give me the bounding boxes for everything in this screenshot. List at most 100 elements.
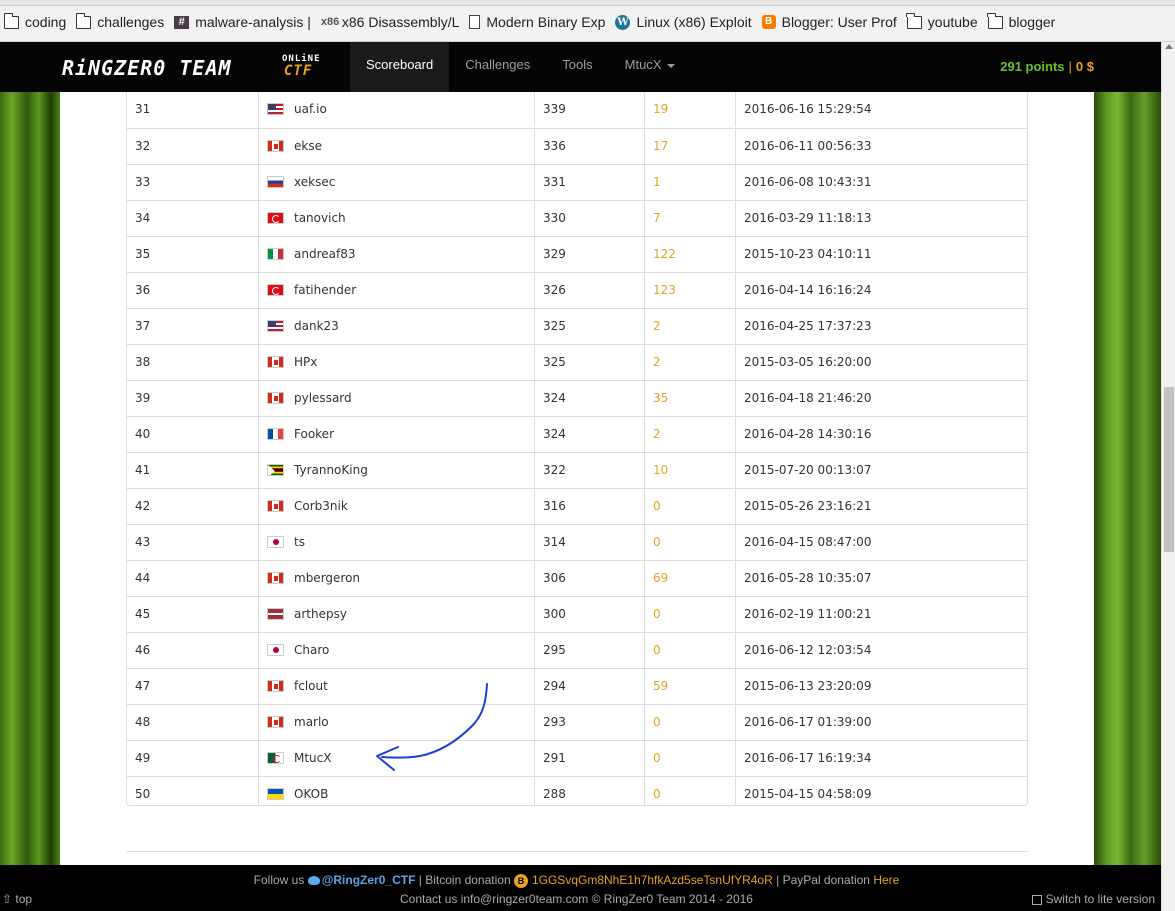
content-divider bbox=[126, 851, 1028, 852]
table-row: 47 294 59 2015-06-13 23:20:09 fclout bbox=[127, 668, 1027, 704]
page-icon bbox=[469, 15, 481, 29]
username-link[interactable]: marlo bbox=[294, 705, 329, 740]
username-link[interactable]: arthepsy bbox=[294, 597, 347, 632]
username-link[interactable]: Charo bbox=[294, 633, 329, 668]
username-link[interactable]: tanovich bbox=[294, 201, 346, 236]
bookmark-item[interactable]: youtube bbox=[903, 10, 984, 34]
bitcoin-icon: B bbox=[513, 873, 528, 888]
scrollbar-thumb[interactable] bbox=[1164, 387, 1174, 552]
username-link[interactable]: Corb3nik bbox=[294, 489, 348, 524]
score-cell: 288 bbox=[534, 777, 644, 805]
date-cell: 2016-06-08 10:43:31 bbox=[735, 165, 1027, 200]
score-cell: 324 bbox=[534, 381, 644, 416]
score-cell: 293 bbox=[534, 705, 644, 740]
lite-label: Switch to lite version bbox=[1045, 892, 1155, 906]
bitcoin-address[interactable]: 1GGSvqGm8NhE1h7hfkAzd5seTsnUfYR4oR bbox=[532, 873, 773, 887]
blogger-icon: B bbox=[761, 15, 776, 29]
rank-cell: 36 bbox=[135, 283, 151, 297]
username-link[interactable]: Fooker bbox=[294, 417, 334, 452]
rank-cell: 38 bbox=[135, 355, 151, 369]
money-value: 0 $ bbox=[1075, 59, 1094, 74]
score-cell: 295 bbox=[534, 633, 644, 668]
table-row: 38 325 2 2015-03-05 16:20:00 HPx bbox=[127, 344, 1027, 380]
country-flag-icon bbox=[267, 788, 284, 800]
bookmark-item[interactable]: x86 x86 Disassembly/L bbox=[317, 10, 466, 34]
rank-cell: 49 bbox=[135, 751, 151, 765]
bookmark-label: youtube bbox=[927, 14, 978, 30]
bitcoin-label: Bitcoin donation bbox=[425, 873, 511, 887]
rank-cell: 46 bbox=[135, 643, 151, 657]
table-row: 42 316 0 2015-05-26 23:16:21 Corb3nik bbox=[127, 488, 1027, 524]
table-row: 45 300 0 2016-02-19 11:00:21 arthepsy bbox=[127, 596, 1027, 632]
challenges-cell: 122 bbox=[644, 237, 735, 272]
username-link[interactable]: ts bbox=[294, 525, 305, 560]
nav-tools[interactable]: Tools bbox=[546, 42, 608, 92]
challenges-cell: 1 bbox=[644, 165, 735, 200]
username-link[interactable]: dank23 bbox=[294, 309, 339, 344]
rank-cell: 47 bbox=[135, 679, 151, 693]
twitter-link[interactable]: @RingZer0_CTF bbox=[322, 873, 416, 887]
username-link[interactable]: HPx bbox=[294, 345, 317, 380]
bookmark-label: blogger bbox=[1008, 14, 1056, 30]
rank-cell: 44 bbox=[135, 571, 151, 585]
site-logo[interactable]: RiNGZER0 TEAM ONLiNE CTF bbox=[62, 54, 332, 80]
bookmark-item[interactable]: W Linux (x86) Exploit bbox=[611, 10, 757, 34]
bookmarks-bar: coding challenges # malware-analysis | x86 x8… bbox=[0, 0, 1175, 42]
challenges-cell: 59 bbox=[644, 669, 735, 704]
page-scrollbar[interactable] bbox=[1161, 42, 1175, 911]
bookmark-item[interactable]: coding bbox=[0, 10, 72, 34]
bookmark-item[interactable]: Modern Binary Exp bbox=[465, 10, 611, 34]
points-separator: | bbox=[1068, 59, 1072, 74]
footer-links: Follow us @RingZer0_CTF | Bitcoin donati… bbox=[0, 873, 1153, 888]
date-cell: 2015-04-15 04:58:09 bbox=[735, 777, 1027, 805]
username-link[interactable]: uaf.io bbox=[294, 92, 327, 127]
lite-version-link[interactable]: Switch to lite version bbox=[1031, 892, 1155, 906]
nav-user-menu[interactable]: MtucX bbox=[609, 42, 692, 92]
date-cell: 2016-04-18 21:46:20 bbox=[735, 381, 1027, 416]
rank-cell: 35 bbox=[135, 247, 151, 261]
country-flag-icon bbox=[267, 752, 284, 764]
nav-challenges[interactable]: Challenges bbox=[449, 42, 546, 92]
username-link[interactable]: fclout bbox=[294, 669, 328, 704]
country-flag-icon bbox=[267, 428, 284, 440]
paypal-link[interactable]: Here bbox=[873, 873, 899, 887]
bookmark-item[interactable]: challenges bbox=[72, 10, 170, 34]
username-link[interactable]: pylessard bbox=[294, 381, 352, 416]
challenges-cell: 19 bbox=[644, 92, 735, 127]
username-link[interactable]: mbergeron bbox=[294, 561, 360, 596]
scoreboard-table: 31 339 19 2016-06-16 15:29:54 uaf.io 32 336 17 2… bbox=[126, 92, 1028, 806]
date-cell: 2016-06-12 12:03:54 bbox=[735, 633, 1027, 668]
date-cell: 2015-06-13 23:20:09 bbox=[735, 669, 1027, 704]
folder-icon bbox=[987, 12, 1003, 29]
username-link[interactable]: andreaf83 bbox=[294, 237, 355, 272]
bookmark-item[interactable]: B Blogger: User Prof bbox=[758, 10, 903, 34]
country-flag-icon bbox=[267, 284, 284, 296]
table-row: 35 329 122 2015-10-23 04:10:11 andreaf83 bbox=[127, 236, 1027, 272]
table-row: 31 339 19 2016-06-16 15:29:54 uaf.io bbox=[127, 92, 1027, 128]
country-flag-icon bbox=[267, 536, 284, 548]
country-flag-icon bbox=[267, 716, 284, 728]
table-row: 41 322 10 2015-07-20 00:13:07 TyrannoKing bbox=[127, 452, 1027, 488]
rank-cell: 50 bbox=[135, 787, 151, 801]
username-link[interactable]: TyrannoKing bbox=[294, 453, 368, 488]
score-cell: 306 bbox=[534, 561, 644, 596]
table-row: 40 324 2 2016-04-28 14:30:16 Fooker bbox=[127, 416, 1027, 452]
username-link[interactable]: OKOB bbox=[294, 777, 328, 805]
username-link[interactable]: xeksec bbox=[294, 165, 335, 200]
rank-cell: 40 bbox=[135, 427, 151, 441]
username-link[interactable]: fatihender bbox=[294, 273, 356, 308]
table-row: 50 288 0 2015-04-15 04:58:09 OKOB bbox=[127, 776, 1027, 805]
logo-ctf-text: CTF bbox=[284, 63, 313, 79]
back-to-top-link[interactable]: ⇧ top bbox=[2, 892, 32, 906]
score-cell: 322 bbox=[534, 453, 644, 488]
username-link[interactable]: MtucX bbox=[294, 741, 331, 776]
bookmark-item[interactable]: # malware-analysis | bbox=[170, 10, 317, 34]
bookmark-item[interactable]: blogger bbox=[984, 10, 1062, 34]
scroll-up-icon[interactable] bbox=[1165, 44, 1173, 49]
arrow-up-icon: ⇧ bbox=[2, 892, 13, 906]
green-background-right bbox=[1094, 92, 1161, 865]
nav-scoreboard[interactable]: Scoreboard bbox=[350, 42, 450, 92]
username-link[interactable]: ekse bbox=[294, 129, 322, 164]
rank-cell: 39 bbox=[135, 391, 151, 405]
folder-icon bbox=[906, 12, 922, 29]
